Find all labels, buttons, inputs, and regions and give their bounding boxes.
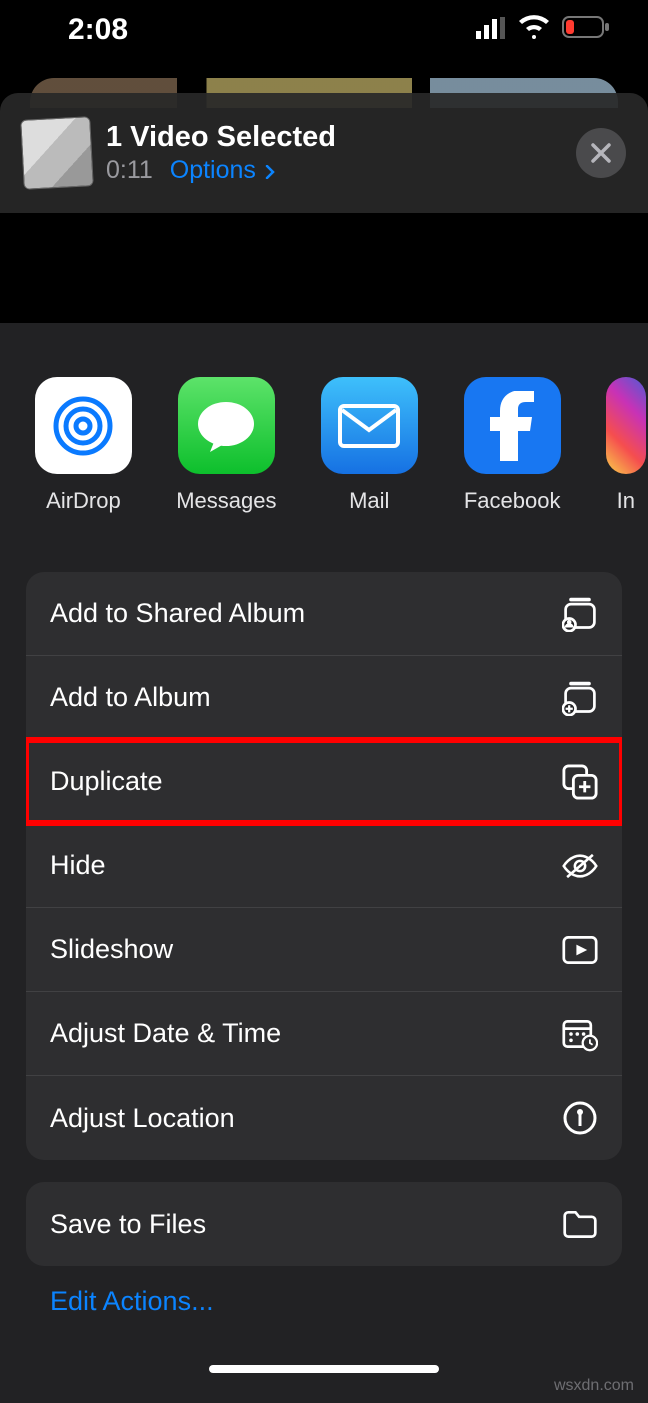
airdrop-icon (35, 377, 132, 474)
wifi-icon (518, 13, 550, 47)
shared-album-icon (562, 596, 598, 632)
status-bar: 2:08 (0, 0, 648, 60)
actions-group: Add to Shared Album Add to Album Duplica… (26, 572, 622, 1160)
instagram-icon (606, 377, 646, 474)
share-label: AirDrop (46, 488, 121, 514)
slideshow-icon (562, 932, 598, 968)
add-album-icon (562, 680, 598, 716)
action-label: Save to Files (50, 1209, 206, 1240)
action-label: Hide (50, 850, 106, 881)
options-button[interactable]: Options (170, 156, 277, 184)
cellular-icon (476, 13, 506, 47)
action-slideshow[interactable]: Slideshow (26, 908, 622, 992)
home-indicator[interactable] (209, 1365, 439, 1373)
share-label: Messages (176, 488, 276, 514)
calendar-clock-icon (562, 1016, 598, 1052)
watermark: wsxdn.com (554, 1377, 634, 1395)
status-icons (476, 13, 610, 47)
status-time: 2:08 (68, 13, 128, 47)
action-label: Adjust Date & Time (50, 1018, 281, 1049)
share-airdrop[interactable]: AirDrop (32, 377, 135, 514)
selection-thumbnail (20, 116, 94, 190)
edit-actions-button[interactable]: Edit Actions... (50, 1286, 648, 1317)
share-mail[interactable]: Mail (318, 377, 421, 514)
share-sheet: AirDrop Messages Mail Facebook In (0, 323, 648, 1403)
share-instagram[interactable]: In (604, 377, 648, 514)
action-hide[interactable]: Hide (26, 824, 622, 908)
action-add-album[interactable]: Add to Album (26, 656, 622, 740)
close-button[interactable] (576, 128, 626, 178)
share-label: In (617, 488, 635, 514)
share-header: 1 Video Selected 0:11 Options (0, 93, 648, 213)
share-label: Facebook (464, 488, 561, 514)
save-group: Save to Files (26, 1182, 622, 1266)
mail-icon (321, 377, 418, 474)
action-duplicate[interactable]: Duplicate (26, 740, 622, 824)
hide-icon (562, 848, 598, 884)
share-messages[interactable]: Messages (175, 377, 278, 514)
folder-icon (562, 1206, 598, 1242)
action-add-shared-album[interactable]: Add to Shared Album (26, 572, 622, 656)
share-facebook[interactable]: Facebook (461, 377, 564, 514)
action-adjust-location[interactable]: Adjust Location (26, 1076, 622, 1160)
facebook-icon (464, 377, 561, 474)
duplicate-icon (562, 764, 598, 800)
gap (0, 213, 648, 323)
battery-low-icon (562, 13, 610, 47)
action-label: Slideshow (50, 934, 173, 965)
action-label: Adjust Location (50, 1103, 235, 1134)
action-label: Add to Album (50, 682, 211, 713)
location-icon (562, 1100, 598, 1136)
action-label: Add to Shared Album (50, 598, 305, 629)
selection-title: 1 Video Selected (106, 121, 576, 154)
action-label: Duplicate (50, 766, 163, 797)
share-label: Mail (349, 488, 389, 514)
action-save-files[interactable]: Save to Files (26, 1182, 622, 1266)
share-targets-row[interactable]: AirDrop Messages Mail Facebook In (0, 323, 648, 514)
action-adjust-date[interactable]: Adjust Date & Time (26, 992, 622, 1076)
messages-icon (178, 377, 275, 474)
video-duration: 0:11 (106, 156, 153, 184)
